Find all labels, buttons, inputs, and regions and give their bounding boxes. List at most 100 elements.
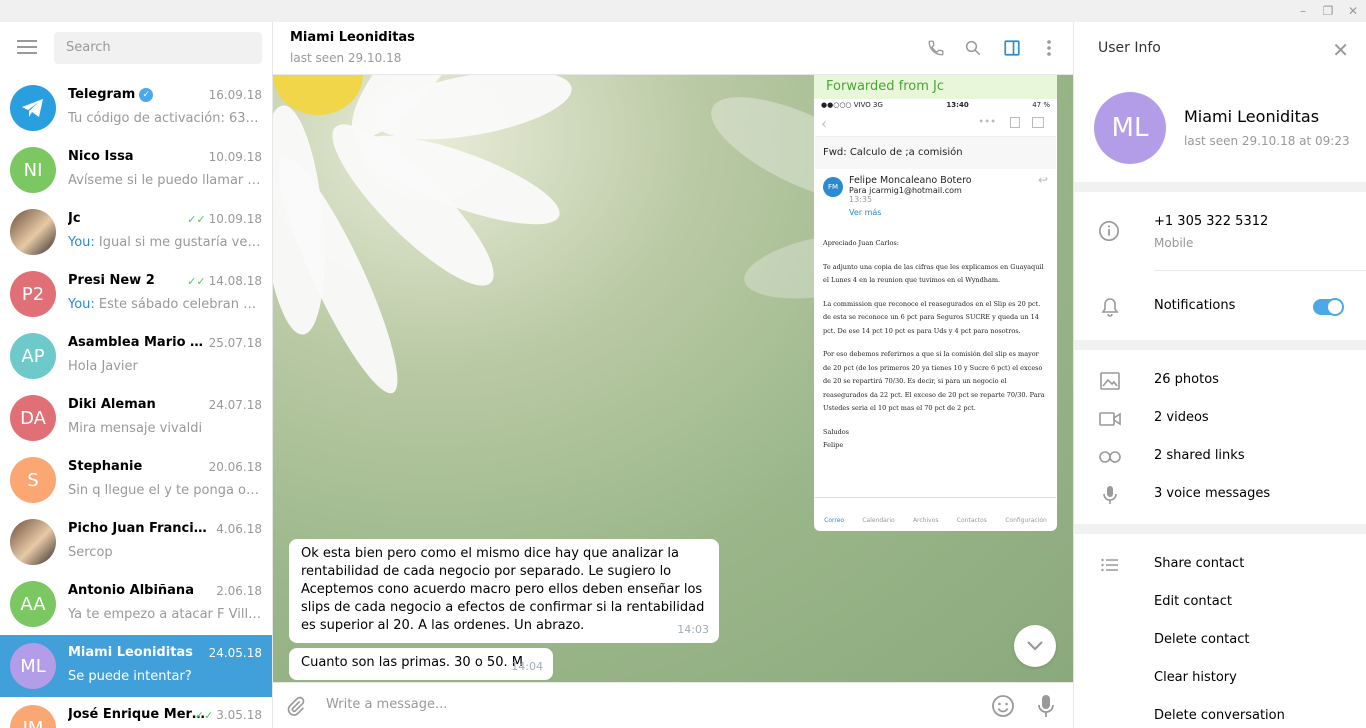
chat-name: Antonio Albiñana bbox=[68, 583, 194, 598]
chat-list-item[interactable]: P2 Presi New 2 ✓✓ 14.08.18 You: Este sábado … bbox=[0, 263, 272, 325]
user-phone-number[interactable]: +1 305 322 5312 bbox=[1154, 214, 1268, 229]
close-icon[interactable]: ✕ bbox=[1342, 0, 1364, 22]
forwarded-from-label[interactable]: Forwarded from Jc bbox=[814, 75, 1057, 99]
avatar: NI bbox=[10, 147, 56, 193]
notifications-row[interactable]: Notifications bbox=[1074, 288, 1366, 326]
chat-date: ✓✓ 3.05.18 bbox=[195, 708, 262, 722]
chat-list-item[interactable]: AA Antonio Albiñana 2.06.18 Ya te empezo a … bbox=[0, 573, 272, 635]
avatar: DA bbox=[10, 395, 56, 441]
read-checkmarks-icon: ✓✓ bbox=[187, 213, 206, 226]
chat-list-item[interactable]: ML Miami Leoniditas 24.05.18 Se puede inten… bbox=[0, 635, 272, 697]
ellipsis-icon: ••• bbox=[978, 117, 996, 128]
media-row-videos[interactable]: 2 videos bbox=[1074, 400, 1366, 438]
forwarded-image-message[interactable]: Forwarded from Jc ●●○○○ VIVO 3G 13:40 47… bbox=[814, 75, 1057, 531]
email-paragraph: Saludos bbox=[823, 427, 850, 436]
chat-name-text: Picho Juan Francisco bbox=[68, 521, 210, 536]
avatar[interactable]: ML bbox=[1094, 92, 1166, 164]
chat-list-item[interactable]: AP Asamblea Mario Paz...25.07.18 Hola Javi… bbox=[0, 325, 272, 387]
verified-badge-icon: ✓ bbox=[139, 88, 154, 102]
chat-preview: Hola Javier bbox=[68, 359, 264, 374]
message-bubble[interactable]: Cuanto son las primas. 30 o 50. M 14:04 bbox=[289, 648, 553, 680]
phone-carrier: ●●○○○ VIVO 3G bbox=[821, 101, 883, 109]
chat-date: 2.06.18 bbox=[216, 584, 262, 598]
avatar: JM bbox=[10, 705, 56, 728]
media-label: 2 shared links bbox=[1154, 448, 1245, 463]
chat-date-text: 4.06.18 bbox=[216, 522, 262, 536]
avatar bbox=[10, 85, 56, 131]
info-icon bbox=[1098, 220, 1120, 246]
chat-preview: Sin q llegue el y te ponga obstá... bbox=[68, 483, 264, 498]
back-chevron-icon: ‹ bbox=[821, 114, 828, 133]
peer-name[interactable]: Miami Leoniditas bbox=[290, 30, 415, 45]
email-paragraph: Por eso debemos referirnos a que si la c… bbox=[823, 350, 1045, 412]
chat-date: 24.07.18 bbox=[209, 398, 262, 412]
chat-preview-text: Sin q llegue el y te ponga obstá... bbox=[68, 483, 264, 498]
media-row-voice[interactable]: 3 voice messages bbox=[1074, 476, 1366, 514]
attach-paperclip-icon[interactable] bbox=[285, 695, 307, 721]
trash-icon bbox=[1010, 117, 1020, 128]
search-input[interactable]: Search bbox=[54, 32, 262, 64]
email-paragraph: Apreciado Juan Carlos: bbox=[823, 239, 899, 247]
close-icon[interactable]: ✕ bbox=[1332, 38, 1349, 62]
action-share-contact[interactable]: Share contact bbox=[1074, 546, 1366, 584]
chat-list-item[interactable]: S Stephanie 20.06.18 Sin q llegue el y te p… bbox=[0, 449, 272, 511]
search-icon[interactable] bbox=[961, 36, 985, 60]
action-label: Share contact bbox=[1154, 556, 1245, 571]
microphone-icon[interactable] bbox=[1037, 694, 1055, 722]
phone-call-icon[interactable] bbox=[924, 36, 948, 60]
chat-preview-text: Hola Javier bbox=[68, 359, 138, 374]
chat-name: Miami Leoniditas bbox=[68, 645, 193, 660]
chat-list-item[interactable]: Picho Juan Francisco 4.06.18 Sercop bbox=[0, 511, 272, 573]
restore-icon[interactable]: ❐ bbox=[1317, 0, 1339, 22]
side-panel-toggle-icon[interactable] bbox=[1000, 36, 1024, 60]
chat-date: 16.09.18 bbox=[209, 88, 262, 102]
phone-tab-label: Contactos bbox=[956, 517, 987, 524]
scroll-to-bottom-button[interactable] bbox=[1014, 625, 1056, 667]
chat-list-item[interactable]: DA Diki Aleman 24.07.18 Mira mensaje vivald… bbox=[0, 387, 272, 449]
chat-list-item[interactable]: JM José Enrique Merc... ✓✓ 3.05.18 bbox=[0, 697, 272, 728]
media-row-links[interactable]: 2 shared links bbox=[1074, 438, 1366, 476]
microphone-icon bbox=[1098, 484, 1122, 506]
more-options-icon[interactable] bbox=[1037, 36, 1061, 60]
chat-date-text: 10.09.18 bbox=[208, 150, 262, 164]
user-info-title: User Info bbox=[1098, 40, 1161, 56]
photo-avatar-icon bbox=[10, 209, 56, 255]
chat-preview: You: Este sábado celebran 4 a... bbox=[68, 297, 264, 312]
media-label: 2 videos bbox=[1154, 410, 1209, 425]
message-input[interactable]: Write a message... bbox=[326, 697, 447, 712]
chat-list-item[interactable]: Jc ✓✓ 10.09.18 You: Igual si me gustaría ve… bbox=[0, 201, 272, 263]
chat-list-item[interactable]: Telegram ✓ 16.09.18 Tu código de activación… bbox=[0, 77, 272, 139]
phone-time: 13:40 bbox=[946, 101, 969, 109]
read-checkmarks-icon: ✓✓ bbox=[187, 275, 206, 288]
chat-list-header: Search bbox=[0, 22, 272, 74]
phone-tab-label: Archivos bbox=[912, 517, 939, 524]
conversation-panel: Miami Leoniditas last seen 29.10.18 Forw… bbox=[273, 22, 1073, 728]
avatar: AA bbox=[10, 581, 56, 627]
action-label: Delete conversation bbox=[1154, 708, 1285, 723]
chat-preview-text: Tu código de activación: 63664 ... bbox=[68, 111, 264, 126]
chat-name-text: Telegram bbox=[68, 87, 136, 102]
emoji-icon[interactable] bbox=[991, 694, 1015, 722]
hamburger-menu-icon[interactable] bbox=[17, 40, 37, 54]
email-screenshot-image[interactable]: ●●○○○ VIVO 3G 13:40 47 % ‹ ••• Fwd: Calc… bbox=[815, 99, 1056, 527]
user-details-section: +1 305 322 5312 Mobile Notifications bbox=[1074, 192, 1366, 340]
action-delete-conversation[interactable]: Delete conversation bbox=[1074, 698, 1366, 728]
message-history[interactable]: Forwarded from Jc ●●○○○ VIVO 3G 13:40 47… bbox=[273, 75, 1073, 682]
chat-date: 4.06.18 bbox=[216, 522, 262, 536]
chat-date: ✓✓ 10.09.18 bbox=[187, 212, 262, 226]
media-row-photos[interactable]: 26 photos bbox=[1074, 362, 1366, 400]
action-label: Delete contact bbox=[1154, 632, 1250, 647]
message-bubble[interactable]: Ok esta bien pero como el mismo dice hay… bbox=[289, 539, 719, 643]
notifications-toggle[interactable] bbox=[1313, 299, 1343, 315]
action-delete-contact[interactable]: Delete contact bbox=[1074, 622, 1366, 660]
chat-name-text: Miami Leoniditas bbox=[68, 645, 193, 660]
chat-list-panel: Search Telegram ✓ 16.09.18 Tu código de act… bbox=[0, 22, 273, 728]
email-paragraph: Te adjunto una copia de las cifras que l… bbox=[823, 262, 1044, 285]
chat-preview: Sercop bbox=[68, 545, 264, 560]
action-clear-history[interactable]: Clear history bbox=[1074, 660, 1366, 698]
chat-date-text: 24.07.18 bbox=[208, 398, 262, 412]
action-edit-contact[interactable]: Edit contact bbox=[1074, 584, 1366, 622]
minimize-icon[interactable]: – bbox=[1292, 0, 1314, 22]
chat-list-item[interactable]: NI Nico Issa 10.09.18 Avíseme si le puedo l… bbox=[0, 139, 272, 201]
avatar: AP bbox=[10, 333, 56, 379]
